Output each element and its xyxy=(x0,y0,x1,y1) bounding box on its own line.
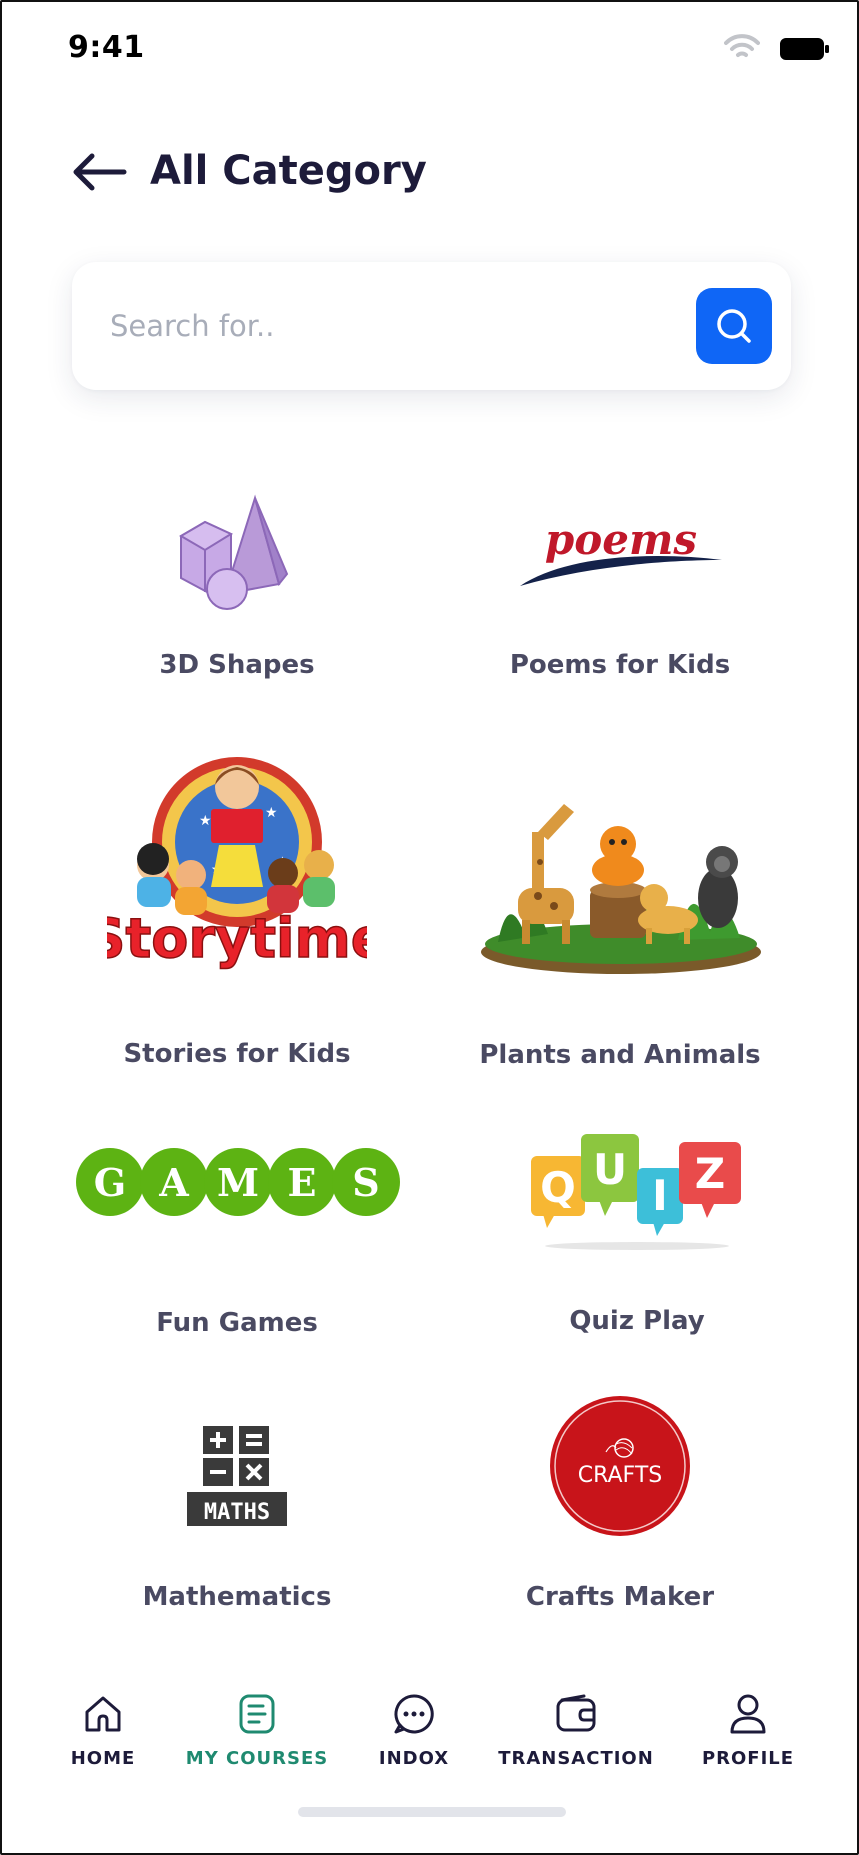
nav-profile[interactable]: PROFILE xyxy=(668,1692,828,1772)
games-logo: G A M E S xyxy=(76,1148,400,1216)
storytime-logo: ★ ★ ★ ★ Storytime xyxy=(107,757,367,971)
battery-icon xyxy=(780,38,829,60)
category-mathematics[interactable]: MATHS Mathematics xyxy=(47,1392,427,1622)
nav-label: PROFILE xyxy=(701,1748,795,1769)
category-3d-shapes[interactable]: 3D Shapes xyxy=(47,482,427,692)
category-fun-games[interactable]: G A M E S Fun Games xyxy=(47,1122,427,1342)
category-plants-and-animals[interactable]: Plants and Animals xyxy=(430,792,810,1082)
profile-icon xyxy=(730,1694,766,1734)
nav-label: MY COURSES xyxy=(185,1748,329,1769)
nav-transaction[interactable]: TRANSACTION xyxy=(496,1692,656,1772)
nav-my-courses[interactable]: MY COURSES xyxy=(177,1692,337,1772)
search-icon xyxy=(717,309,751,343)
crafts-logo: CRAFTS xyxy=(550,1396,690,1536)
home-icon xyxy=(85,1696,121,1732)
search-input[interactable] xyxy=(110,292,650,360)
category-label: Plants and Animals xyxy=(479,1040,761,1070)
nav-label: INDOX xyxy=(378,1748,450,1769)
category-poems-for-kids[interactable]: poems Poems for Kids xyxy=(430,482,810,692)
wallet-icon xyxy=(556,1694,596,1732)
svg-text:U: U xyxy=(593,1145,627,1194)
maths-logo: MATHS xyxy=(187,1426,287,1526)
animals-scene xyxy=(481,804,761,974)
svg-text:★: ★ xyxy=(265,805,278,821)
nav-indox[interactable]: INDOX xyxy=(334,1692,494,1772)
svg-text:S: S xyxy=(352,1160,379,1205)
courses-icon xyxy=(239,1694,275,1734)
category-label: Stories for Kids xyxy=(123,1039,351,1069)
svg-text:M: M xyxy=(217,1160,259,1205)
category-label: Mathematics xyxy=(142,1582,332,1612)
status-time: 9:41 xyxy=(68,30,145,65)
nav-home[interactable]: HOME xyxy=(23,1692,183,1772)
svg-text:G: G xyxy=(94,1160,126,1205)
nav-label: HOME xyxy=(70,1748,136,1769)
search-button[interactable] xyxy=(696,288,772,364)
category-label: Fun Games xyxy=(156,1308,318,1338)
search-bar xyxy=(72,262,791,390)
wifi-icon xyxy=(724,34,760,57)
svg-text:CRAFTS: CRAFTS xyxy=(578,1463,662,1488)
category-label: Quiz Play xyxy=(569,1306,705,1336)
3d-shapes-icon xyxy=(179,494,289,610)
category-stories-for-kids[interactable]: ★ ★ ★ ★ Storytime Stories for Kids xyxy=(47,747,427,1077)
home-indicator xyxy=(298,1807,566,1817)
nav-label: TRANSACTION xyxy=(498,1748,654,1769)
svg-text:Q: Q xyxy=(540,1163,576,1212)
page-title: All Category xyxy=(150,148,427,194)
category-label: Poems for Kids xyxy=(509,650,731,680)
category-quiz-play[interactable]: Q U I Z Quiz Play xyxy=(447,1122,827,1342)
svg-text:E: E xyxy=(288,1160,317,1205)
svg-text:Storytime: Storytime xyxy=(107,907,367,970)
category-crafts-maker[interactable]: CRAFTS Crafts Maker xyxy=(430,1392,810,1622)
quiz-logo: Q U I Z xyxy=(531,1134,741,1250)
chat-icon xyxy=(394,1694,434,1734)
category-label: 3D Shapes xyxy=(159,650,315,680)
app-screen: 9:41 All Category 3D Shape xyxy=(0,0,859,1855)
svg-text:A: A xyxy=(158,1160,189,1205)
svg-text:I: I xyxy=(652,1171,668,1220)
svg-text:★: ★ xyxy=(199,813,212,829)
svg-text:MATHS: MATHS xyxy=(204,1500,270,1525)
poems-logo: poems xyxy=(520,515,722,586)
category-label: Crafts Maker xyxy=(525,1582,715,1612)
svg-text:Z: Z xyxy=(695,1149,725,1198)
back-arrow-icon[interactable] xyxy=(70,148,130,196)
